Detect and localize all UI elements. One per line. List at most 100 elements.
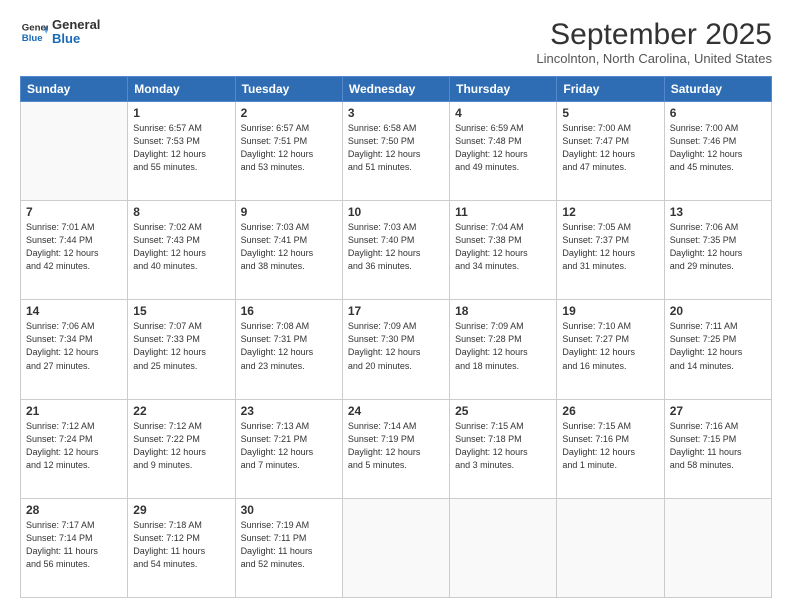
month-title: September 2025 xyxy=(536,18,772,51)
day-info: Sunrise: 7:14 AM Sunset: 7:19 PM Dayligh… xyxy=(348,420,444,472)
calendar-cell: 16 Sunrise: 7:08 AM Sunset: 7:31 PM Dayli… xyxy=(235,300,342,399)
calendar-week-1: 1Sunrise: 6:57 AM Sunset: 7:53 PM Daylig… xyxy=(21,102,772,201)
day-info: Sunrise: 7:01 AM Sunset: 7:44 PM Dayligh… xyxy=(26,221,122,273)
day-number: 24 xyxy=(348,404,444,418)
col-saturday: Saturday xyxy=(664,77,771,102)
day-info: Sunrise: 7:08 AM Sunset: 7:31 PM Dayligh… xyxy=(241,320,337,372)
calendar-cell: 21 Sunrise: 7:12 AM Sunset: 7:24 PM Dayli… xyxy=(21,399,128,498)
calendar-cell: 29 Sunrise: 7:18 AM Sunset: 7:12 PM Dayli… xyxy=(128,498,235,597)
day-info: Sunrise: 7:15 AM Sunset: 7:18 PM Dayligh… xyxy=(455,420,551,472)
day-number: 15 xyxy=(133,304,229,318)
day-number: 29 xyxy=(133,503,229,517)
calendar-cell: 3 Sunrise: 6:58 AM Sunset: 7:50 PM Daylig… xyxy=(342,102,449,201)
calendar-cell: 22Sunrise: 7:12 AM Sunset: 7:22 PM Dayli… xyxy=(128,399,235,498)
day-info: Sunrise: 7:11 AM Sunset: 7:25 PM Dayligh… xyxy=(670,320,766,372)
title-block: September 2025 Lincolnton, North Carolin… xyxy=(536,18,772,66)
day-number: 26 xyxy=(562,404,658,418)
day-info: Sunrise: 6:58 AM Sunset: 7:50 PM Dayligh… xyxy=(348,122,444,174)
day-info: Sunrise: 7:03 AM Sunset: 7:41 PM Dayligh… xyxy=(241,221,337,273)
day-number: 13 xyxy=(670,205,766,219)
calendar-cell: 9 Sunrise: 7:03 AM Sunset: 7:41 PM Daylig… xyxy=(235,201,342,300)
calendar-cell xyxy=(342,498,449,597)
day-info: Sunrise: 6:57 AM Sunset: 7:51 PM Dayligh… xyxy=(241,122,337,174)
day-number: 22 xyxy=(133,404,229,418)
calendar-cell: 10Sunrise: 7:03 AM Sunset: 7:40 PM Dayli… xyxy=(342,201,449,300)
day-number: 8 xyxy=(133,205,229,219)
logo: General Blue General Blue xyxy=(20,18,100,47)
day-number: 30 xyxy=(241,503,337,517)
day-number: 9 xyxy=(241,205,337,219)
day-info: Sunrise: 7:13 AM Sunset: 7:21 PM Dayligh… xyxy=(241,420,337,472)
day-number: 18 xyxy=(455,304,551,318)
day-info: Sunrise: 7:06 AM Sunset: 7:34 PM Dayligh… xyxy=(26,320,122,372)
day-number: 21 xyxy=(26,404,122,418)
day-number: 2 xyxy=(241,106,337,120)
calendar-cell: 4 Sunrise: 6:59 AM Sunset: 7:48 PM Daylig… xyxy=(450,102,557,201)
day-info: Sunrise: 7:00 AM Sunset: 7:46 PM Dayligh… xyxy=(670,122,766,174)
svg-text:General: General xyxy=(22,23,48,34)
calendar-cell: 30 Sunrise: 7:19 AM Sunset: 7:11 PM Dayli… xyxy=(235,498,342,597)
calendar-cell: 15 Sunrise: 7:07 AM Sunset: 7:33 PM Dayli… xyxy=(128,300,235,399)
calendar-cell xyxy=(557,498,664,597)
calendar-header-row: Sunday Monday Tuesday Wednesday Thursday… xyxy=(21,77,772,102)
day-info: Sunrise: 7:18 AM Sunset: 7:12 PM Dayligh… xyxy=(133,519,229,571)
calendar-cell: 6Sunrise: 7:00 AM Sunset: 7:46 PM Daylig… xyxy=(664,102,771,201)
day-number: 12 xyxy=(562,205,658,219)
logo-line1: General xyxy=(52,18,100,32)
col-sunday: Sunday xyxy=(21,77,128,102)
col-wednesday: Wednesday xyxy=(342,77,449,102)
calendar-cell: 27 Sunrise: 7:16 AM Sunset: 7:15 PM Dayli… xyxy=(664,399,771,498)
calendar-cell: 28 Sunrise: 7:17 AM Sunset: 7:14 PM Dayli… xyxy=(21,498,128,597)
day-number: 28 xyxy=(26,503,122,517)
svg-text:Blue: Blue xyxy=(22,33,43,44)
calendar-cell xyxy=(664,498,771,597)
day-info: Sunrise: 7:07 AM Sunset: 7:33 PM Dayligh… xyxy=(133,320,229,372)
calendar-cell: 2 Sunrise: 6:57 AM Sunset: 7:51 PM Daylig… xyxy=(235,102,342,201)
day-number: 25 xyxy=(455,404,551,418)
day-number: 11 xyxy=(455,205,551,219)
calendar-week-5: 28 Sunrise: 7:17 AM Sunset: 7:14 PM Dayli… xyxy=(21,498,772,597)
calendar-cell: 24 Sunrise: 7:14 AM Sunset: 7:19 PM Dayli… xyxy=(342,399,449,498)
day-number: 14 xyxy=(26,304,122,318)
day-info: Sunrise: 7:16 AM Sunset: 7:15 PM Dayligh… xyxy=(670,420,766,472)
day-info: Sunrise: 7:19 AM Sunset: 7:11 PM Dayligh… xyxy=(241,519,337,571)
calendar-cell: 23 Sunrise: 7:13 AM Sunset: 7:21 PM Dayli… xyxy=(235,399,342,498)
day-info: Sunrise: 7:00 AM Sunset: 7:47 PM Dayligh… xyxy=(562,122,658,174)
calendar-table: Sunday Monday Tuesday Wednesday Thursday… xyxy=(20,76,772,598)
calendar-week-2: 7Sunrise: 7:01 AM Sunset: 7:44 PM Daylig… xyxy=(21,201,772,300)
calendar-cell: 25 Sunrise: 7:15 AM Sunset: 7:18 PM Dayli… xyxy=(450,399,557,498)
day-number: 1 xyxy=(133,106,229,120)
logo-line2: Blue xyxy=(52,32,100,46)
day-info: Sunrise: 7:09 AM Sunset: 7:28 PM Dayligh… xyxy=(455,320,551,372)
calendar-cell: 12Sunrise: 7:05 AM Sunset: 7:37 PM Dayli… xyxy=(557,201,664,300)
day-number: 16 xyxy=(241,304,337,318)
location: Lincolnton, North Carolina, United State… xyxy=(536,51,772,66)
day-info: Sunrise: 7:17 AM Sunset: 7:14 PM Dayligh… xyxy=(26,519,122,571)
calendar-week-3: 14 Sunrise: 7:06 AM Sunset: 7:34 PM Dayli… xyxy=(21,300,772,399)
day-number: 10 xyxy=(348,205,444,219)
day-number: 4 xyxy=(455,106,551,120)
day-number: 27 xyxy=(670,404,766,418)
col-friday: Friday xyxy=(557,77,664,102)
logo-icon: General Blue xyxy=(20,18,48,46)
col-thursday: Thursday xyxy=(450,77,557,102)
calendar-cell: 18 Sunrise: 7:09 AM Sunset: 7:28 PM Dayli… xyxy=(450,300,557,399)
calendar-cell: 19 Sunrise: 7:10 AM Sunset: 7:27 PM Dayli… xyxy=(557,300,664,399)
day-info: Sunrise: 7:12 AM Sunset: 7:24 PM Dayligh… xyxy=(26,420,122,472)
col-monday: Monday xyxy=(128,77,235,102)
calendar-cell: 7Sunrise: 7:01 AM Sunset: 7:44 PM Daylig… xyxy=(21,201,128,300)
calendar-cell xyxy=(450,498,557,597)
day-info: Sunrise: 7:09 AM Sunset: 7:30 PM Dayligh… xyxy=(348,320,444,372)
day-info: Sunrise: 6:59 AM Sunset: 7:48 PM Dayligh… xyxy=(455,122,551,174)
day-info: Sunrise: 7:06 AM Sunset: 7:35 PM Dayligh… xyxy=(670,221,766,273)
calendar-cell: 8Sunrise: 7:02 AM Sunset: 7:43 PM Daylig… xyxy=(128,201,235,300)
day-info: Sunrise: 7:04 AM Sunset: 7:38 PM Dayligh… xyxy=(455,221,551,273)
calendar-cell: 5Sunrise: 7:00 AM Sunset: 7:47 PM Daylig… xyxy=(557,102,664,201)
day-number: 23 xyxy=(241,404,337,418)
calendar-week-4: 21 Sunrise: 7:12 AM Sunset: 7:24 PM Dayli… xyxy=(21,399,772,498)
day-number: 3 xyxy=(348,106,444,120)
calendar-cell: 20Sunrise: 7:11 AM Sunset: 7:25 PM Dayli… xyxy=(664,300,771,399)
calendar-cell: 11 Sunrise: 7:04 AM Sunset: 7:38 PM Dayli… xyxy=(450,201,557,300)
day-number: 19 xyxy=(562,304,658,318)
day-info: Sunrise: 7:10 AM Sunset: 7:27 PM Dayligh… xyxy=(562,320,658,372)
